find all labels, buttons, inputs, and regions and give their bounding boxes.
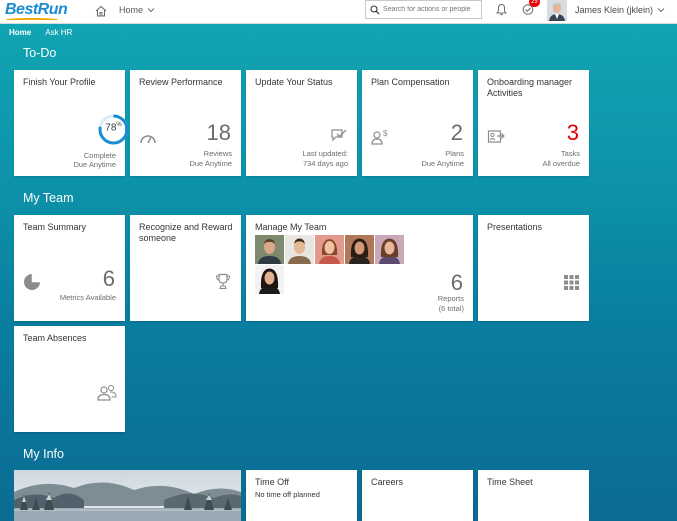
tile-unit: Plans [445, 149, 464, 158]
chevron-down-icon [657, 8, 665, 13]
home-menu-label: Home [119, 5, 144, 15]
kpi-value: 6 [102, 266, 115, 291]
tile-unit: Complete [83, 151, 116, 160]
tile-title: Time Off [255, 477, 290, 487]
tile-unit: Metrics Available [59, 293, 116, 302]
tile-subtitle: No time off planned [255, 490, 320, 499]
progress-value: 78% [105, 122, 122, 134]
trophy-icon [215, 273, 231, 290]
gauge-icon [140, 135, 156, 144]
kpi-value: 2 [450, 120, 463, 145]
tile-unit: Last updated: [302, 149, 348, 158]
tile-footer: All overdue [542, 159, 580, 168]
tile-title: Careers [371, 477, 404, 487]
tile-time-off[interactable]: Time Off No time off planned [246, 470, 357, 521]
tile-title: Onboarding manager Activities [487, 77, 573, 98]
svg-text:$: $ [383, 129, 388, 138]
tile-time-sheet[interactable]: Time Sheet [478, 470, 589, 521]
onboarding-icon [487, 130, 505, 143]
search-box[interactable] [365, 0, 482, 19]
logo-swoosh [6, 18, 58, 21]
section-title-my-info: My Info [23, 447, 64, 461]
tile-unit: Reports [437, 294, 464, 303]
progress-ring: 78% [98, 114, 129, 145]
tile-footer: 734 days ago [302, 159, 348, 168]
user-name: James Klein (jklein) [575, 5, 654, 15]
tile-update-status[interactable]: Update Your Status Last updated: 734 day… [246, 70, 357, 176]
tile-careers[interactable]: Careers [362, 470, 473, 521]
tile-onboarding[interactable]: Onboarding manager Activities 3 Tasks Al… [478, 70, 589, 176]
chevron-down-icon [147, 8, 155, 13]
team-member-photo[interactable] [255, 265, 284, 294]
grid-icon [564, 275, 579, 290]
team-member-photo[interactable] [375, 235, 404, 264]
tile-title: Plan Compensation [371, 77, 450, 87]
section-title-my-team: My Team [23, 191, 74, 205]
tile-footer: Due Anytime [189, 159, 232, 168]
tile-title: Team Summary [23, 222, 87, 232]
tile-finish-profile[interactable]: Finish Your Profile 78% Complete Due Any… [14, 70, 129, 176]
team-member-photo[interactable] [255, 235, 284, 264]
compensation-icon: $ [371, 129, 388, 145]
bell-icon[interactable] [496, 3, 507, 16]
tile-manage-my-team[interactable]: Manage My Team 6 Reports (6 total) [246, 215, 473, 321]
tile-team-summary[interactable]: Team Summary 6 Metrics Available [14, 215, 125, 321]
people-icon [97, 384, 117, 401]
tile-footer: (6 total) [438, 304, 464, 313]
tab-ask-hr[interactable]: Ask HR [45, 28, 72, 37]
pie-chart-icon [24, 273, 41, 290]
tile-title: Manage My Team [255, 222, 327, 232]
tile-footer: Due Anytime [421, 159, 464, 168]
search-input[interactable] [383, 6, 481, 13]
tile-title: Presentations [487, 222, 543, 232]
tile-team-absences[interactable]: Team Absences [14, 326, 125, 432]
team-member-photo[interactable] [315, 235, 344, 264]
nav-tabs: Home Ask HR [9, 28, 72, 37]
tile-title: Team Absences [23, 333, 87, 343]
team-member-photo[interactable] [285, 235, 314, 264]
edit-status-icon [331, 129, 347, 142]
home-menu[interactable]: Home [119, 5, 155, 15]
tile-unit: Reviews [203, 149, 232, 158]
tile-presentations[interactable]: Presentations [478, 215, 589, 321]
tab-home[interactable]: Home [9, 28, 31, 37]
tasks-badge: 25 [529, 0, 540, 7]
search-icon [370, 4, 380, 14]
tile-unit: Tasks [560, 149, 580, 158]
kpi-value: 18 [206, 120, 231, 145]
tile-title: Update Your Status [255, 77, 333, 87]
logo[interactable]: BestRun [5, 1, 68, 19]
tile-review-performance[interactable]: Review Performance 18 Reviews Due Anytim… [130, 70, 241, 176]
kpi-value: 6 [450, 270, 463, 295]
landscape-image[interactable] [14, 470, 241, 521]
tile-title: Time Sheet [487, 477, 533, 487]
tile-title: Finish Your Profile [23, 77, 96, 87]
tile-title: Recognize and Reward someone [139, 222, 233, 243]
avatar[interactable] [547, 0, 567, 21]
shell-header: BestRun Home 25 James Klein (jklein) [0, 0, 677, 24]
section-title-todo: To-Do [23, 46, 57, 60]
team-photos [255, 235, 405, 294]
tile-recognize-reward[interactable]: Recognize and Reward someone [130, 215, 241, 321]
home-icon[interactable] [94, 4, 108, 18]
tile-title: Review Performance [139, 77, 223, 87]
tile-footer: Due Anytime [73, 160, 116, 169]
team-member-photo[interactable] [345, 235, 374, 264]
kpi-value: 3 [566, 120, 579, 145]
tile-plan-compensation[interactable]: Plan Compensation $ 2 Plans Due Anytime [362, 70, 473, 176]
user-menu[interactable]: James Klein (jklein) [575, 5, 665, 15]
